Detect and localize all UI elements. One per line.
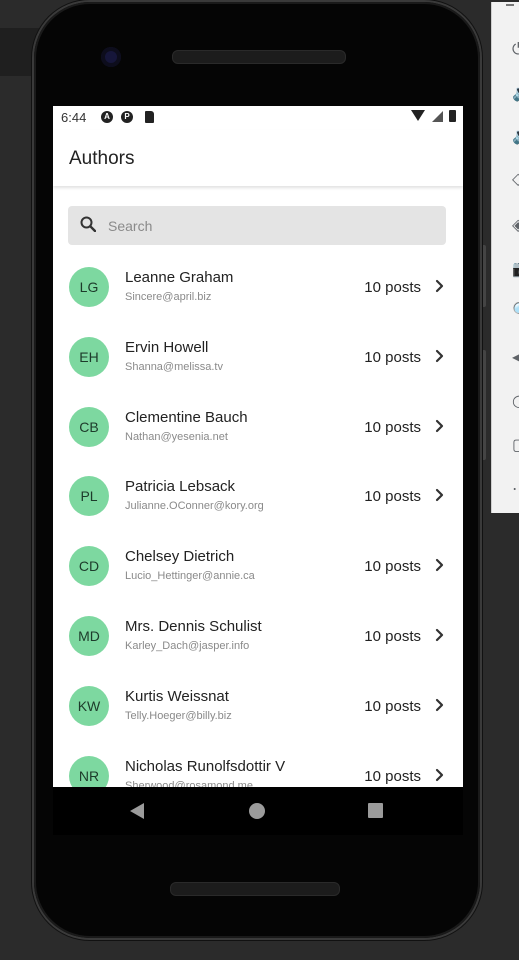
author-name: Mrs. Dennis Schulist <box>125 618 262 635</box>
search-icon <box>80 216 96 232</box>
chevron-right-icon <box>435 768 444 781</box>
avatar: CD <box>69 546 109 587</box>
zoom-icon[interactable]: 🔍 <box>512 302 519 320</box>
chevron-right-icon <box>435 628 444 642</box>
chevron-right-icon <box>435 489 444 502</box>
post-count: 10 posts <box>364 279 421 296</box>
author-email: Shanna@melissa.tv <box>125 360 223 373</box>
author-name: Nicholas Runolfsdottir V <box>125 757 286 775</box>
avatar: CB <box>69 406 109 447</box>
status-time: 6:44 <box>61 110 87 125</box>
author-name: Ervin Howell <box>125 338 209 356</box>
author-row[interactable]: CD Chelsey Dietrich Lucio_Hettinger@annie.… <box>53 530 463 600</box>
app-bar: Authors <box>53 130 463 186</box>
recents-icon[interactable] <box>368 803 383 818</box>
author-email: Sincere@april.biz <box>125 291 212 303</box>
post-count: 10 posts <box>364 418 421 436</box>
search-input[interactable] <box>108 206 428 245</box>
author-email: Telly.Hoeger@billy.biz <box>125 709 232 722</box>
front-camera <box>101 47 121 67</box>
author-row[interactable]: PL Patricia Lebsack Julianne.OConner@kory.… <box>53 460 463 530</box>
emulator-toolbar: ⏻ 🔊 🔉 ◇ ◈ 📷 🔍 ◀ ○ ▢ ⋯ <box>491 2 519 513</box>
author-row[interactable]: NR Nicholas Runolfsdottir V Sherwood@rosam… <box>53 740 463 787</box>
author-name: Kurtis Weissnat <box>125 687 229 705</box>
bottom-speaker <box>170 882 340 896</box>
earpiece-speaker <box>172 50 346 64</box>
overview-icon[interactable]: ▢ <box>512 436 519 454</box>
chevron-right-icon <box>435 349 444 362</box>
chevron-right-icon <box>435 698 444 711</box>
volume-up-icon[interactable]: 🔊 <box>512 84 519 102</box>
author-email: Sherwood@rosamond.me <box>125 779 253 787</box>
search-bar[interactable] <box>68 206 446 245</box>
page-title: Authors <box>69 148 135 169</box>
post-count: 10 posts <box>364 558 421 576</box>
author-email: Julianne.OConner@kory.org <box>125 500 264 513</box>
app-screen: 6:44 A P Authors LG Leanne Graham Sincere@… <box>53 106 463 787</box>
p-icon: P <box>121 111 133 123</box>
rotate-left-icon[interactable]: ◇ <box>512 170 519 188</box>
navigation-bar <box>53 787 463 835</box>
avatar: MD <box>69 616 109 656</box>
avatar: EH <box>69 336 109 377</box>
post-count: 10 posts <box>364 348 421 366</box>
wifi-icon <box>411 110 425 121</box>
author-row[interactable]: EH Ervin Howell Shanna@melissa.tv 10 posts <box>53 321 463 391</box>
chevron-right-icon <box>435 279 444 293</box>
author-email: Nathan@yesenia.net <box>125 430 228 443</box>
post-count: 10 posts <box>364 697 421 715</box>
author-row[interactable]: CB Clementine Bauch Nathan@yesenia.net 10 p… <box>53 391 463 461</box>
avatar: NR <box>69 755 109 787</box>
rotate-right-icon[interactable]: ◈ <box>512 216 519 234</box>
more-icon[interactable]: ⋯ <box>512 480 519 498</box>
author-name: Patricia Lebsack <box>125 478 236 496</box>
volume-down-icon[interactable]: 🔉 <box>512 127 519 145</box>
chevron-right-icon <box>435 419 444 432</box>
back-icon[interactable]: ◀ <box>512 348 519 366</box>
minimize-icon[interactable] <box>506 4 514 6</box>
post-count: 10 posts <box>364 628 421 645</box>
a-icon: A <box>101 111 113 123</box>
author-row[interactable]: LG Leanne Graham Sincere@april.biz 10 posts <box>53 251 463 321</box>
home-icon[interactable] <box>249 803 265 819</box>
author-name: Leanne Graham <box>125 269 234 286</box>
author-name: Clementine Bauch <box>125 408 248 426</box>
sd-card-icon <box>145 111 154 123</box>
avatar: PL <box>69 476 109 517</box>
post-count: 10 posts <box>364 767 421 785</box>
avatar: KW <box>69 685 109 726</box>
power-icon[interactable]: ⏻ <box>512 40 519 58</box>
battery-icon <box>449 110 456 122</box>
author-row[interactable]: KW Kurtis Weissnat Telly.Hoeger@billy.biz 1… <box>53 670 463 740</box>
author-name: Chelsey Dietrich <box>125 548 235 566</box>
home-icon[interactable]: ○ <box>512 392 519 410</box>
post-count: 10 posts <box>364 488 421 506</box>
signal-icon <box>432 111 443 122</box>
avatar: LG <box>69 267 109 307</box>
author-row[interactable]: MD Mrs. Dennis Schulist Karley_Dach@jasper… <box>53 600 463 670</box>
author-email: Karley_Dach@jasper.info <box>125 640 250 652</box>
author-email: Lucio_Hettinger@annie.ca <box>125 570 255 583</box>
chevron-right-icon <box>435 559 444 572</box>
status-bar: 6:44 A P <box>53 106 463 130</box>
back-icon[interactable] <box>130 803 144 819</box>
camera-icon[interactable]: 📷 <box>512 260 519 278</box>
